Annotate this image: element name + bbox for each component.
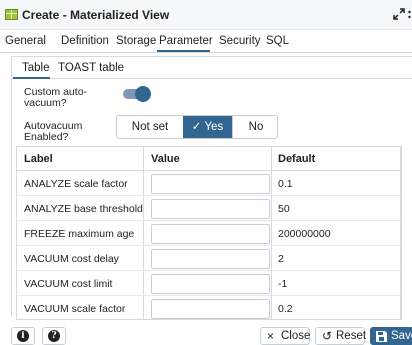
- tab-security[interactable]: Security: [219, 35, 261, 47]
- row-default: 200000000: [278, 228, 331, 240]
- help-icon: ?: [48, 330, 60, 342]
- help-button[interactable]: ?: [42, 327, 66, 345]
- table-header: Label Value Default: [17, 147, 401, 171]
- header-label: Label: [24, 153, 53, 165]
- table-row: VACUUM cost delay 2: [17, 246, 401, 271]
- header-default: Default: [278, 153, 316, 165]
- row-default: 2: [278, 253, 284, 265]
- row-label: VACUUM cost delay: [24, 253, 119, 265]
- sub-tabs: Table TOAST table: [11, 57, 412, 79]
- row-default: 0.2: [278, 303, 293, 315]
- close-button[interactable]: × Close: [260, 327, 310, 345]
- value-input[interactable]: [151, 174, 270, 194]
- header-value: Value: [151, 153, 180, 165]
- autovacuum-enabled-label: Autovacuum Enabled?: [24, 121, 82, 143]
- toggle-knob[interactable]: [135, 86, 151, 102]
- row-default: 0.1: [278, 178, 293, 190]
- save-label: Save: [391, 330, 412, 342]
- check-icon: ✓: [191, 121, 202, 133]
- close-icon: ×: [267, 329, 275, 343]
- subtab-toast-table[interactable]: TOAST table: [58, 62, 124, 74]
- option-not-set[interactable]: Not set: [117, 116, 183, 138]
- save-button[interactable]: Save: [370, 327, 412, 345]
- active-tab-indicator: [157, 50, 210, 52]
- custom-autovacuum-label: Custom auto- vacuum?: [24, 87, 87, 109]
- tab-definition[interactable]: Definition: [61, 35, 109, 47]
- autovacuum-enabled-label-line2: Enabled?: [24, 131, 69, 143]
- value-input[interactable]: [151, 274, 270, 294]
- info-icon: i: [17, 330, 29, 342]
- tab-general[interactable]: General: [5, 35, 46, 47]
- info-button[interactable]: i: [11, 327, 35, 345]
- row-label: ANALYZE scale factor: [24, 178, 128, 190]
- expand-icon[interactable]: [393, 8, 405, 20]
- option-no[interactable]: No: [233, 116, 277, 138]
- row-label: FREEZE maximum age: [24, 228, 135, 240]
- table-row: ANALYZE base threshold 50: [17, 196, 401, 221]
- value-input[interactable]: [151, 299, 270, 319]
- row-label: VACUUM scale factor: [24, 303, 126, 315]
- row-label: ANALYZE base threshold: [24, 203, 143, 215]
- table-row: FREEZE maximum age 200000000: [17, 221, 401, 246]
- reset-label: Reset: [336, 330, 367, 342]
- dialog-titlebar: Create - Materialized View: [0, 0, 412, 30]
- close-label: Close: [281, 330, 311, 342]
- tab-sql[interactable]: SQL: [266, 35, 289, 47]
- option-yes[interactable]: ✓ Yes: [183, 116, 232, 138]
- value-input[interactable]: [151, 249, 270, 269]
- table-row: VACUUM scale factor 0.2: [17, 296, 401, 319]
- tab-storage[interactable]: Storage: [116, 35, 156, 47]
- row-default: -1: [278, 278, 288, 290]
- custom-autovacuum-label-line2: vacuum?: [24, 97, 67, 109]
- more-options-icon[interactable]: [407, 9, 412, 21]
- tab-parameter[interactable]: Parameter: [159, 35, 213, 47]
- row-default: 50: [278, 203, 290, 215]
- subtab-table[interactable]: Table: [22, 62, 50, 74]
- reset-button[interactable]: ↺ Reset: [315, 327, 367, 345]
- value-input[interactable]: [151, 199, 270, 219]
- active-subtab-indicator: [13, 77, 50, 79]
- floppy-disk-icon: [376, 331, 387, 342]
- reset-icon: ↺: [322, 329, 333, 343]
- table-row: VACUUM cost limit -1: [17, 271, 401, 296]
- autovacuum-enabled-selector: Not set ✓ Yes No: [116, 115, 278, 139]
- materialized-view-icon: [5, 9, 18, 20]
- dialog-title: Create - Materialized View: [22, 8, 170, 22]
- option-yes-label: Yes: [204, 121, 224, 133]
- row-label: VACUUM cost limit: [24, 278, 113, 290]
- value-input[interactable]: [151, 224, 270, 244]
- table-row: ANALYZE scale factor 0.1: [17, 171, 401, 196]
- parameters-table: Label Value Default ANALYZE scale factor…: [16, 146, 402, 320]
